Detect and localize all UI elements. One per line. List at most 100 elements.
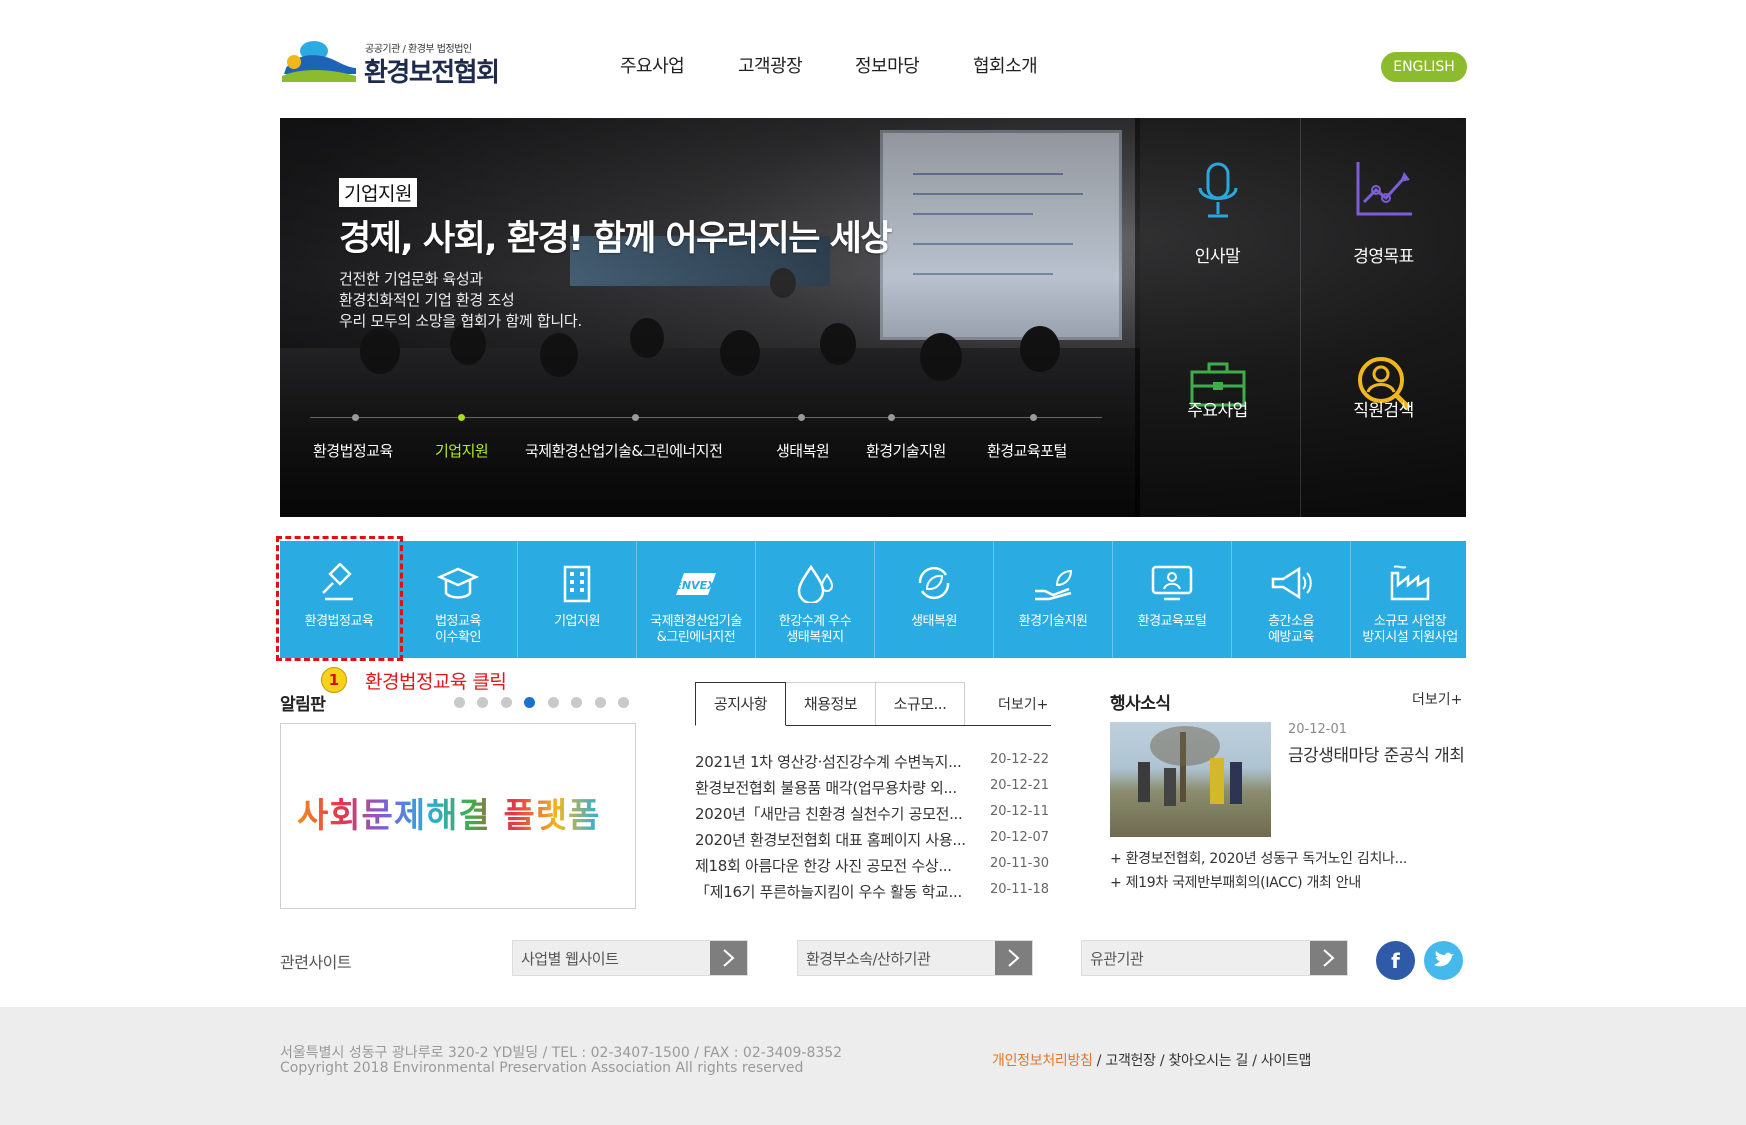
menu-eco-restoration[interactable]: 생태복원	[875, 541, 993, 658]
site-footer: 서울특별시 성동구 광나루로 320-2 YD빌딩 / TEL : 02-340…	[0, 1007, 1746, 1125]
news-item-title[interactable]: 제18회 아름다운 한강 사진 공모전 수상...	[695, 855, 952, 876]
privacy-policy-link[interactable]: 개인정보처리방침	[992, 1053, 1093, 1069]
events-more-link[interactable]: 더보기+	[1412, 689, 1462, 709]
hero-tab[interactable]: 환경법정교육	[313, 440, 393, 461]
customer-charter-link[interactable]: 고객헌장	[1105, 1053, 1156, 1069]
related-sites-label: 관련사이트	[280, 953, 352, 972]
hand-plant-icon	[1035, 569, 1073, 601]
hero-tab[interactable]: 생태복원	[776, 440, 830, 461]
news-item-date: 20-12-11	[990, 804, 1050, 819]
nav-customer-plaza[interactable]: 고객광장	[738, 52, 803, 78]
twitter-icon[interactable]	[1424, 941, 1463, 980]
news-item-title[interactable]: 2020년「새만금 친환경 실천수기 공모전...	[695, 803, 963, 824]
menu-corporate-support[interactable]: 기업지원	[518, 541, 636, 658]
pager-dot[interactable]	[477, 697, 488, 708]
menu-envex[interactable]: ENVEX 국제환경산업기술 &그린에너지전	[637, 541, 755, 658]
menu-label: 소규모 사업장 방지시설 지원사업	[1362, 614, 1458, 645]
quick-link-label: 주요사업	[1187, 401, 1248, 421]
svg-text:f: f	[1391, 949, 1400, 973]
line-graph-icon	[1356, 162, 1412, 216]
footer-copyright: Copyright 2018 Environmental Preservatio…	[280, 1060, 804, 1076]
hero-dot[interactable]	[798, 414, 805, 421]
menu-completion-check[interactable]: 법정교육 이수확인	[399, 541, 517, 658]
hero-title: 경제, 사회, 환경! 함께 어우러지는 세상	[339, 219, 892, 259]
menu-label: 환경기술지원	[1018, 614, 1088, 629]
tab-notices[interactable]: 공지사항	[695, 682, 786, 726]
pager-dot-active[interactable]	[524, 697, 535, 708]
hero-dot-active[interactable]	[458, 414, 465, 421]
facebook-icon[interactable]: f	[1376, 941, 1415, 980]
logo-mark-icon	[282, 41, 356, 82]
service-menu-bar: 환경법정교육 법정교육 이수확인 기업지원 ENVEX 국제환경산업기술 &그린…	[280, 541, 1466, 658]
news-item-title[interactable]: 2020년 환경보전협회 대표 홈페이지 사용...	[695, 829, 966, 850]
pager-dot[interactable]	[548, 697, 559, 708]
events-title: 행사소식	[1110, 694, 1171, 714]
pager-dot[interactable]	[595, 697, 606, 708]
news-item-title[interactable]: 2021년 1차 영산강·섬진강수계 수변녹지...	[695, 751, 962, 772]
site-logo[interactable]: 공공기관 / 환경부 법정법인 환경보전협회	[280, 36, 520, 88]
english-button[interactable]: ENGLISH	[1381, 52, 1467, 82]
menu-tech-support[interactable]: 환경기술지원	[994, 541, 1112, 658]
hero-dot[interactable]	[1030, 414, 1037, 421]
hero-tab-active[interactable]: 기업지원	[435, 440, 489, 461]
menu-hangang-restoration[interactable]: 한강수계 우수 생태복원지	[756, 541, 874, 658]
building-icon	[563, 565, 591, 603]
chevron-right-icon	[710, 941, 747, 975]
news-item-date: 20-11-18	[990, 882, 1050, 897]
sitemap-link[interactable]: 사이트맵	[1261, 1053, 1312, 1069]
quick-link-business[interactable]: 주요사업	[1135, 318, 1300, 517]
quick-link-label: 인사말	[1194, 247, 1241, 267]
event-headline[interactable]: 금강생태마당 준공식 개최	[1288, 744, 1468, 768]
menu-label: 국제환경산업기술 &그린에너지전	[650, 614, 742, 645]
quick-link-goals[interactable]: 경영목표	[1301, 118, 1466, 317]
hero-desc-line: 우리 모두의 소망을 협회가 함께 합니다.	[339, 312, 582, 330]
news-item-title[interactable]: 환경보전협회 불용품 매각(업무용차량 외...	[695, 777, 957, 798]
quick-link-greeting[interactable]: 인사말	[1135, 118, 1300, 317]
site-header: 공공기관 / 환경부 법정법인 환경보전협회 주요사업 고객광장 정보마당 협회…	[0, 0, 1746, 110]
event-list-item[interactable]: + 제19차 국제반부패회의(IACC) 개최 안내	[1110, 872, 1361, 892]
megaphone-icon	[1271, 566, 1312, 600]
quick-link-staff-search[interactable]: 직원검색	[1301, 318, 1466, 517]
pager-dot[interactable]	[618, 697, 629, 708]
news-item-date: 20-12-07	[990, 830, 1050, 845]
hero-dot[interactable]	[632, 414, 639, 421]
directions-link[interactable]: 찾아오시는 길	[1168, 1053, 1248, 1069]
related-select-affiliated[interactable]: 유관기관	[1081, 940, 1348, 976]
news-item-title[interactable]: 「제16기 푸른하늘지킴이 우수 활동 학교...	[695, 881, 962, 902]
news-item-date: 20-11-30	[990, 856, 1050, 871]
menu-noise-education[interactable]: 층간소음 예방교육	[1232, 541, 1350, 658]
related-select-ministry[interactable]: 환경부소속/산하기관	[797, 940, 1033, 976]
menu-label: 환경교육포털	[1137, 614, 1207, 629]
related-select-business[interactable]: 사업별 웹사이트	[512, 940, 748, 976]
graduation-cap-icon	[436, 567, 480, 599]
nav-about[interactable]: 협회소개	[973, 52, 1038, 78]
hero-tab[interactable]: 국제환경산업기술&그린에너지전	[525, 440, 723, 461]
news-more-link[interactable]: 더보기+	[998, 694, 1048, 714]
nav-main-business[interactable]: 주요사업	[620, 52, 685, 78]
tab-recruitment[interactable]: 채용정보	[785, 682, 876, 726]
pager-dot[interactable]	[571, 697, 582, 708]
news-item-date: 20-12-22	[990, 752, 1050, 767]
leaf-cycle-icon	[918, 566, 950, 600]
menu-small-business-support[interactable]: 소규모 사업장 방지시설 지원사업	[1351, 541, 1469, 658]
select-value: 환경부소속/산하기관	[806, 950, 931, 968]
menu-education-portal[interactable]: 환경교육포털	[1113, 541, 1231, 658]
tab-small-business[interactable]: 소규모...	[875, 682, 965, 726]
logo-name: 환경보전협회	[364, 58, 500, 88]
pager-dot[interactable]	[501, 697, 512, 708]
quick-link-label: 경영목표	[1353, 247, 1414, 267]
event-list-item[interactable]: + 환경보전협회, 2020년 성동구 독거노인 김치나...	[1110, 848, 1407, 868]
hero-timeline	[310, 417, 1102, 418]
hero-dot[interactable]	[352, 414, 359, 421]
hero-dot[interactable]	[888, 414, 895, 421]
hero-tab[interactable]: 환경기술지원	[866, 440, 946, 461]
event-photo[interactable]	[1110, 722, 1271, 837]
hero-tab[interactable]: 환경교육포털	[987, 440, 1067, 461]
chevron-right-icon	[1310, 941, 1347, 975]
pager-dot[interactable]	[454, 697, 465, 708]
hero-desc-line: 건전한 기업문화 육성과	[339, 270, 483, 288]
nav-info[interactable]: 정보마당	[855, 52, 920, 78]
menu-label: 한강수계 우수 생태복원지	[778, 614, 852, 645]
menu-label: 생태복원	[911, 614, 957, 629]
notice-board-banner[interactable]: 사회문제해결 플랫폼	[280, 723, 636, 909]
